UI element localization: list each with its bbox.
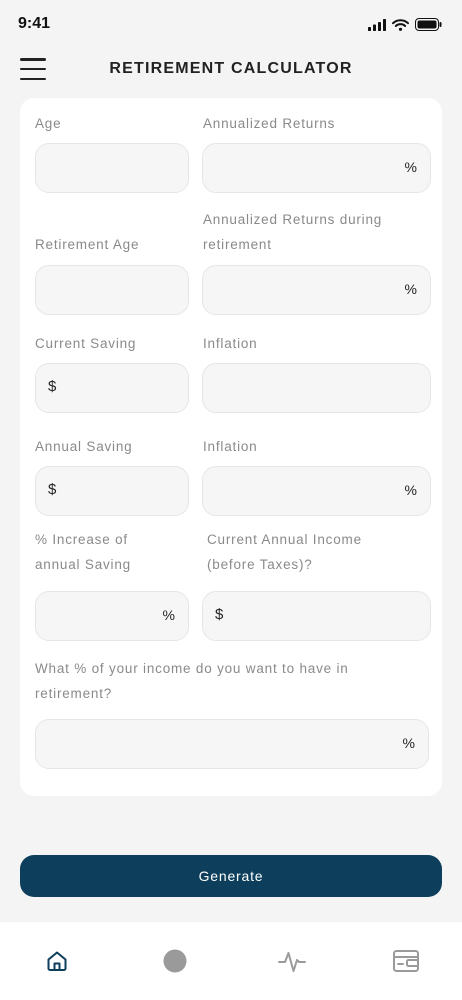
dollar-prefix: $ — [48, 481, 57, 498]
dollar-prefix: $ — [48, 378, 57, 395]
status-time: 9:41 — [18, 15, 51, 32]
inflation-percent-input[interactable]: % — [202, 466, 431, 516]
increase-saving-label-line1: % Increase of — [35, 532, 128, 547]
percent-suffix: % — [404, 281, 417, 297]
returns-during-retirement-label-line2: retirement — [203, 237, 272, 252]
annualized-returns-label: Annualized Returns — [203, 116, 336, 131]
returns-during-retirement-input[interactable]: % — [202, 265, 431, 315]
percent-suffix: % — [162, 607, 175, 623]
status-bar: 9:41 — [0, 0, 462, 52]
home-icon — [47, 951, 67, 971]
increase-saving-input[interactable]: % — [35, 591, 189, 641]
age-label: Age — [35, 116, 62, 131]
increase-saving-label-line2: annual Saving — [35, 557, 131, 572]
annual-saving-input[interactable]: $ — [35, 466, 189, 516]
wallet-icon — [393, 950, 419, 972]
returns-during-retirement-label-line1: Annualized Returns during — [203, 212, 383, 227]
app-header: RETIREMENT CALCULATOR — [0, 52, 462, 92]
percent-suffix: % — [402, 735, 415, 751]
current-saving-input[interactable]: $ — [35, 363, 189, 413]
annual-income-label-line1: Current Annual Income — [207, 532, 362, 547]
dollar-prefix: $ — [215, 606, 224, 623]
annual-saving-label: Annual Saving — [35, 439, 133, 454]
annualized-returns-input[interactable]: % — [202, 143, 431, 193]
nav-activity[interactable] — [278, 947, 306, 975]
income-target-label-line2: retirement? — [35, 686, 113, 701]
page-title: RETIREMENT CALCULATOR — [109, 60, 353, 77]
retirement-age-input[interactable] — [35, 265, 189, 315]
retirement-age-label: Retirement Age — [35, 237, 140, 252]
annual-income-input[interactable]: $ — [202, 591, 431, 641]
wifi-icon — [392, 18, 409, 31]
inflation-label: Inflation — [203, 336, 258, 351]
generate-button[interactable]: Generate — [20, 855, 442, 897]
nav-wallet[interactable] — [392, 947, 420, 975]
income-target-input[interactable]: % — [35, 719, 429, 769]
circle-icon — [163, 949, 187, 973]
inflation-input[interactable] — [202, 363, 431, 413]
current-saving-label: Current Saving — [35, 336, 137, 351]
status-icons — [368, 18, 442, 31]
cellular-signal-icon — [368, 18, 386, 31]
nav-profile[interactable] — [161, 947, 189, 975]
activity-icon — [278, 952, 306, 972]
bottom-navigation — [0, 922, 462, 1000]
percent-suffix: % — [404, 482, 417, 498]
age-input[interactable] — [35, 143, 189, 193]
nav-home[interactable] — [43, 947, 71, 975]
inflation-label: Inflation — [203, 439, 258, 454]
income-target-label-line1: What % of your income do you want to hav… — [35, 661, 349, 676]
annual-income-label-line2: (before Taxes)? — [207, 557, 313, 572]
battery-icon — [415, 18, 442, 31]
calculator-form-card: Age Annualized Returns % Retirement Age … — [20, 98, 442, 796]
percent-suffix: % — [404, 159, 417, 175]
